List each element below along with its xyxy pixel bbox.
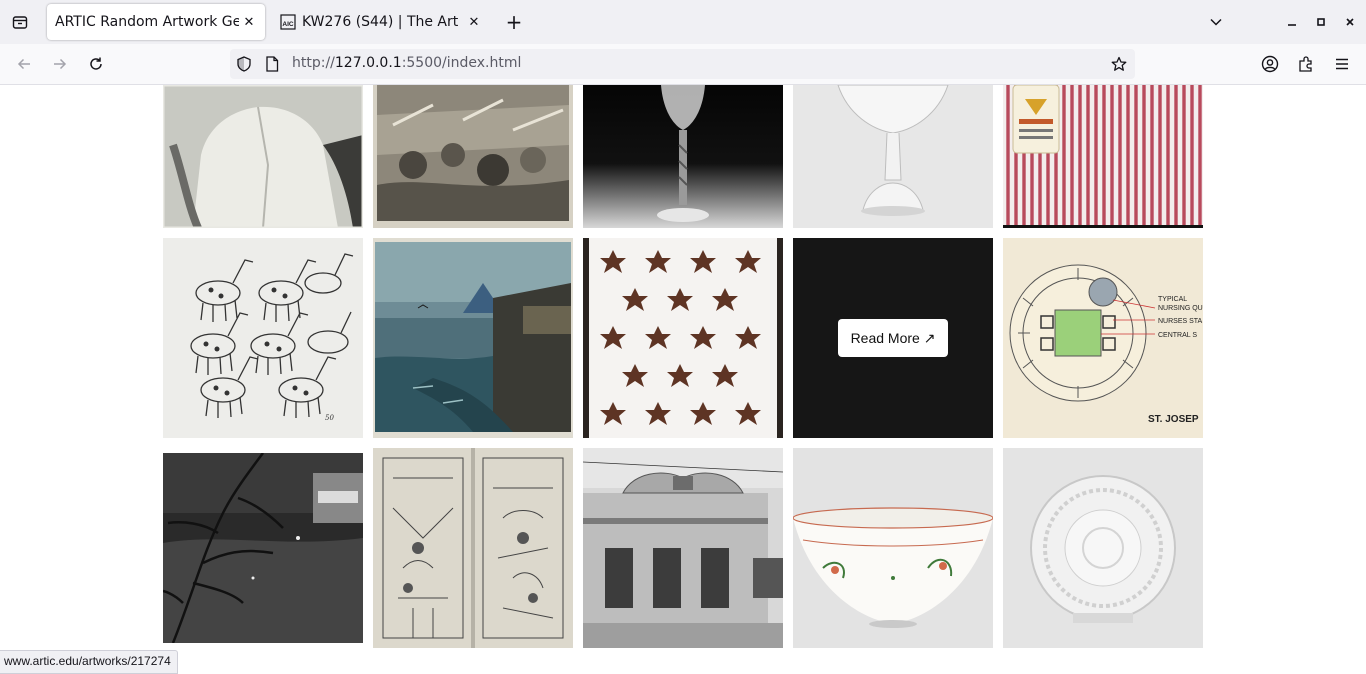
tab-artic-generator[interactable]: ARTIC Random Artwork Generator ✕ [47,4,265,40]
url-path: :5500/index.html [401,55,522,71]
artwork-image [583,448,783,648]
extensions-icon[interactable] [1294,52,1318,76]
close-icon[interactable]: ✕ [241,14,257,30]
star-icon[interactable] [1110,55,1128,73]
artwork-image [1003,448,1203,648]
plan-title: ST. JOSEP [1148,414,1199,425]
artwork-image: 50 [163,238,363,438]
plan-label: CENTRAL S [1158,332,1197,339]
chevron-down-icon[interactable] [1204,10,1228,34]
artwork-card[interactable] [373,448,573,648]
forward-arrow-icon[interactable] [48,52,72,76]
artwork-card[interactable] [583,85,783,228]
artwork-image: TYPICAL NURSING QU NURSES STA CENTRAL S … [1003,238,1203,438]
artwork-image [373,238,573,438]
artwork-card-hovered[interactable]: Read More ↗ [793,238,993,438]
status-url: www.artic.edu/artworks/217274 [0,650,178,674]
read-more-label: Read More ↗ [850,329,936,346]
tab-title: ARTIC Random Artwork Generator [55,14,239,30]
artwork-card[interactable]: 50 [163,238,363,438]
artwork-image [793,85,993,228]
artwork-image [373,85,573,228]
plan-label: NURSING QU [1158,305,1203,312]
tab-overview-icon[interactable] [8,10,32,34]
artwork-image [583,238,783,438]
artwork-image [1003,85,1203,228]
tab-bar: ARTIC Random Artwork Generator ✕ AIC KW2… [0,0,1366,44]
plan-label: NURSES STA [1158,318,1203,325]
artwork-image [373,448,573,648]
artwork-image [163,85,363,228]
artwork-card[interactable] [163,85,363,228]
page-icon[interactable] [264,56,280,72]
navigation-toolbar: http://127.0.0.1:5500/index.html [0,44,1366,85]
minimize-icon[interactable] [1280,10,1304,34]
artwork-card[interactable] [583,448,783,648]
shield-icon[interactable] [236,56,252,72]
hamburger-menu-icon[interactable] [1330,52,1354,76]
tab-title: KW276 (S44) | The Art Institute of Chica… [302,14,464,30]
artwork-image [793,448,993,648]
window-close-icon[interactable] [1338,10,1362,34]
back-arrow-icon[interactable] [12,52,36,76]
plus-icon[interactable]: + [502,10,526,34]
artwork-card[interactable] [373,85,573,228]
close-icon[interactable]: ✕ [466,14,482,30]
artwork-card[interactable] [793,448,993,648]
artwork-card[interactable] [1003,85,1203,228]
artwork-card[interactable]: TYPICAL NURSING QU NURSES STA CENTRAL S … [1003,238,1203,438]
artwork-image [583,85,783,228]
plan-label: TYPICAL [1158,296,1187,303]
url-host: 127.0.0.1 [334,55,402,71]
artwork-card[interactable] [163,453,363,643]
aic-favicon-icon: AIC [280,14,296,30]
reload-icon[interactable] [84,52,108,76]
url-protocol: http:// [292,55,335,71]
artwork-image [163,453,363,643]
url-bar[interactable]: http://127.0.0.1:5500/index.html [230,49,1135,79]
drawing-number: 50 [325,414,334,422]
artwork-card[interactable] [793,85,993,228]
read-more-button[interactable]: Read More ↗ [838,319,948,357]
svg-text:AIC: AIC [282,21,294,28]
account-icon[interactable] [1258,52,1282,76]
artwork-card[interactable] [583,238,783,438]
maximize-icon[interactable] [1309,10,1333,34]
artwork-gallery: 50 Read More ↗ TYPICAL NURSING QU NURSES… [0,85,1366,672]
tab-artic-artwork[interactable]: AIC KW276 (S44) | The Art Institute of C… [272,4,490,40]
artwork-card[interactable] [373,238,573,438]
artwork-card[interactable] [1003,448,1203,648]
url-text[interactable]: http://127.0.0.1:5500/index.html [292,55,521,71]
